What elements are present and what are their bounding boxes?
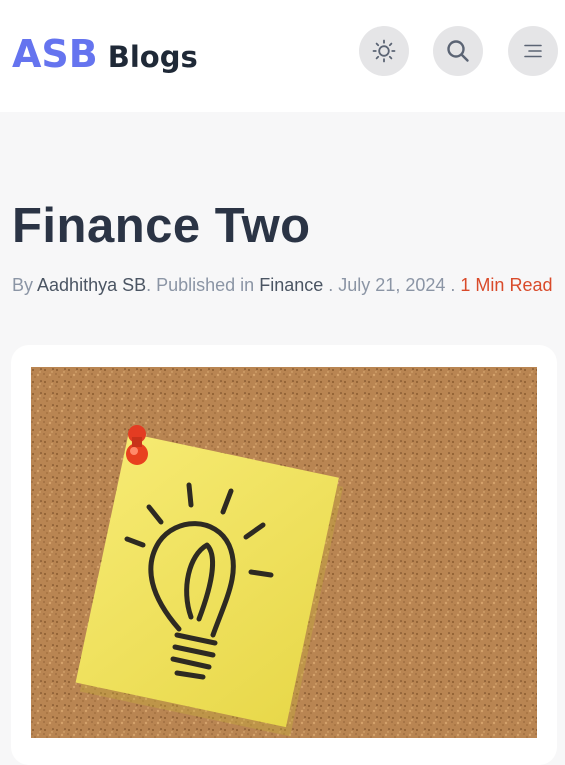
category-link[interactable]: Finance	[259, 275, 323, 295]
search-button[interactable]	[433, 26, 483, 76]
logo-primary: ASB	[12, 32, 98, 76]
published-label: . Published in	[146, 275, 255, 295]
read-time: 1 Min Read	[460, 275, 553, 295]
menu-icon	[524, 44, 542, 58]
logo-secondary: Blogs	[107, 40, 198, 74]
meta-separator: .	[328, 275, 334, 295]
by-label: By	[12, 275, 34, 295]
lightbulb-sticky-note-illustration	[31, 367, 537, 738]
menu-button[interactable]	[508, 26, 558, 76]
theme-toggle-button[interactable]	[359, 26, 409, 76]
meta-separator: .	[450, 275, 456, 295]
sun-icon	[372, 39, 396, 63]
post-meta: By Aadhithya SB. Published in Finance . …	[12, 275, 552, 296]
author-link[interactable]: Aadhithya SB	[37, 275, 146, 295]
post-date: July 21, 2024	[338, 275, 446, 295]
site-logo[interactable]: ASB Blogs	[12, 32, 198, 76]
post-title: Finance Two	[12, 199, 311, 253]
featured-image	[31, 367, 537, 738]
search-icon	[447, 40, 469, 62]
site-header: ASB Blogs	[0, 0, 565, 112]
